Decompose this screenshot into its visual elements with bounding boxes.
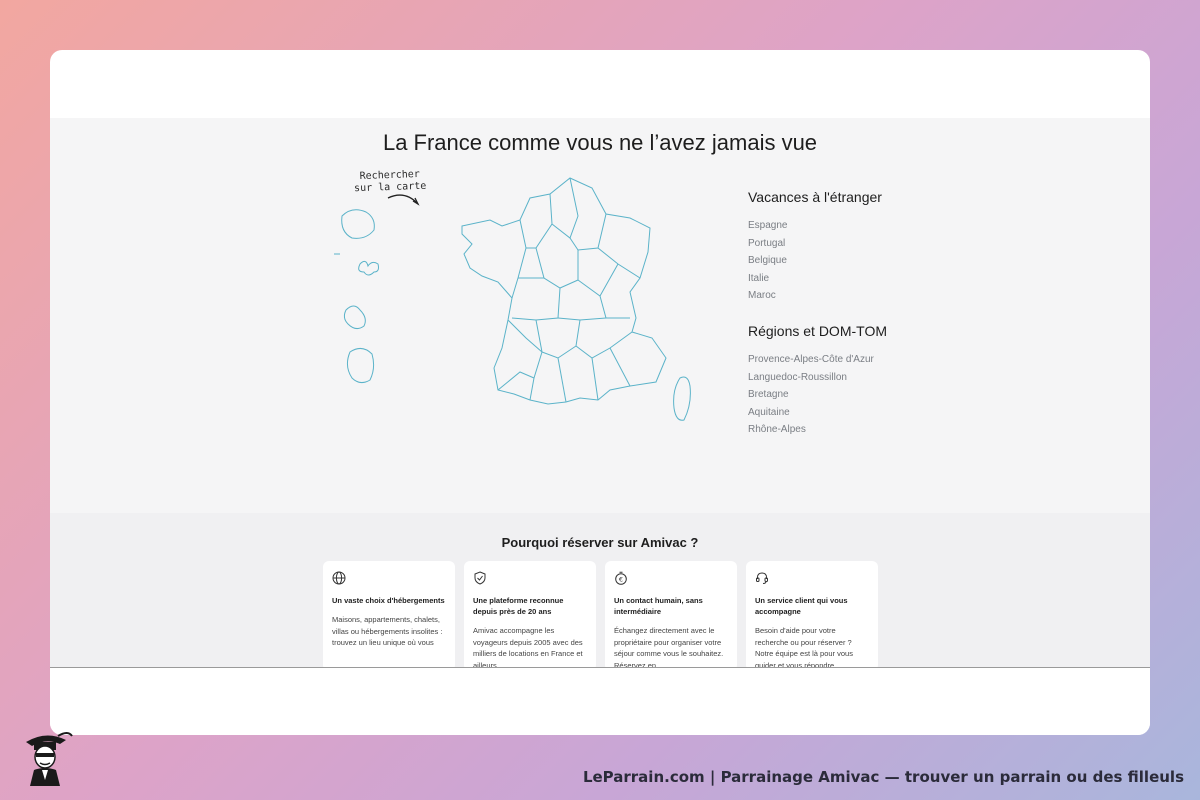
region-link-languedoc[interactable]: Languedoc-Roussillon	[748, 372, 888, 384]
timer-euro-icon: €	[615, 571, 627, 585]
why-section: Pourquoi réserver sur Amivac ? Un vaste …	[50, 513, 1150, 671]
hero-section: La France comme vous ne l’avez jamais vu…	[50, 118, 1150, 513]
feature-card: Un service client qui vous accompagne Be…	[746, 561, 878, 671]
feature-card: Une plateforme reconnue depuis près de 2…	[464, 561, 596, 671]
region-link-paca[interactable]: Provence-Alpes-Côte d'Azur	[748, 354, 888, 366]
abroad-link-maroc[interactable]: Maroc	[748, 290, 888, 302]
feature-text: Maisons, appartements, chalets, villas o…	[332, 615, 443, 647]
feature-text: Amivac accompagne les voyageurs depuis 2…	[473, 626, 583, 670]
abroad-link-italie[interactable]: Italie	[748, 273, 888, 285]
feature-text: Échangez directement avec le propriétair…	[614, 626, 724, 670]
browser-card: La France comme vous ne l’avez jamais vu…	[50, 50, 1150, 735]
dom-tom-reunion	[341, 209, 375, 239]
abroad-list: Espagne Portugal Belgique Italie Maroc	[748, 220, 888, 302]
region-link-rhone-alpes[interactable]: Rhône-Alpes	[748, 424, 888, 436]
leparrain-mascot-logo	[26, 732, 73, 786]
hero-title: La France comme vous ne l’avez jamais vu…	[382, 130, 818, 155]
region-link-bretagne[interactable]: Bretagne	[748, 389, 888, 401]
feature-card: € Un contact humain, sans intermédiaire …	[605, 561, 737, 671]
dom-tom-guyane	[346, 348, 375, 384]
feature-title: Un contact humain, sans intermédiaire	[614, 596, 703, 616]
shield-check-icon	[474, 571, 486, 585]
feature-text: Besoin d'aide pour votre recherche ou po…	[755, 626, 853, 670]
feature-title: Un service client qui vous accompagne	[755, 596, 848, 616]
feature-title: Une plateforme reconnue depuis près de 2…	[473, 596, 564, 616]
region-link-aquitaine[interactable]: Aquitaine	[748, 407, 888, 419]
abroad-heading: Vacances à l'étranger	[748, 189, 882, 205]
feature-card: Un vaste choix d'hébergements Maisons, a…	[323, 561, 455, 671]
regions-list: Provence-Alpes-Côte d'Azur Languedoc-Rou…	[748, 354, 888, 436]
destinations-sidebar: Vacances à l'étranger Espagne Portugal B…	[748, 188, 888, 456]
dom-tom-martinique	[343, 305, 366, 330]
region-outline-corsica	[673, 376, 691, 421]
svg-text:€: €	[619, 576, 623, 584]
regions-heading: Régions et DOM-TOM	[748, 323, 887, 339]
region-outline-mainland	[461, 177, 667, 405]
abroad-link-espagne[interactable]: Espagne	[748, 220, 888, 232]
footer-caption: LeParrain.com | Parrainage Amivac — trou…	[582, 768, 1184, 786]
bottom-strip	[50, 667, 1150, 735]
mainland-group	[461, 177, 667, 405]
france-map[interactable]	[330, 168, 710, 438]
dom-tom-guadeloupe	[334, 253, 379, 276]
feature-title: Un vaste choix d'hébergements	[332, 596, 445, 605]
globe-icon	[332, 571, 346, 585]
abroad-link-belgique[interactable]: Belgique	[748, 255, 888, 267]
why-title: Pourquoi réserver sur Amivac ?	[501, 535, 699, 550]
headset-icon	[756, 572, 768, 584]
dom-tom-group	[334, 209, 379, 384]
map-arrow-icon	[387, 194, 419, 205]
abroad-link-portugal[interactable]: Portugal	[748, 238, 888, 250]
